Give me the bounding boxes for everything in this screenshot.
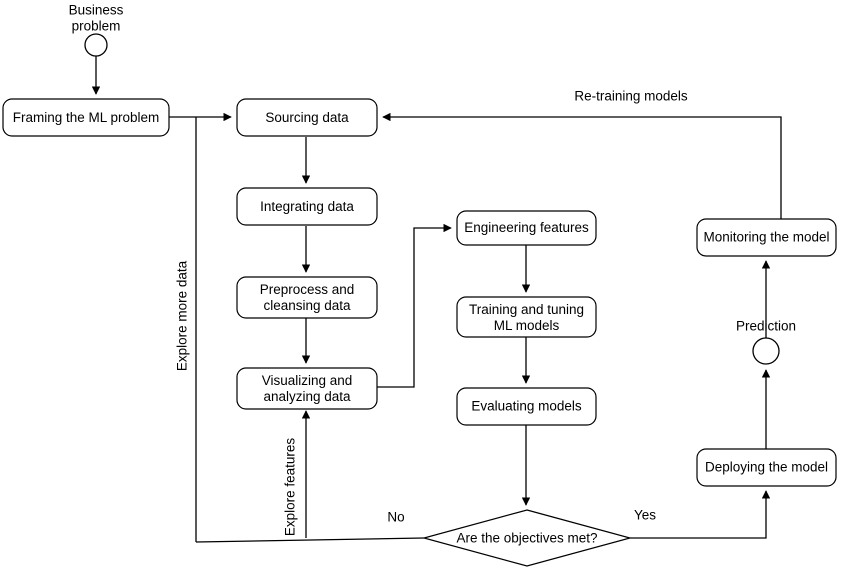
training-label-line2: ML models [494,318,560,333]
node-business-problem[interactable]: Business problem [69,3,124,57]
node-engineering-features[interactable]: Engineering features [456,210,597,246]
node-preprocess-and-cleansing-data[interactable]: Preprocess and cleansing data [236,276,378,319]
edge-label-explore-features: Explore features [283,438,298,537]
business-problem-label-line1: Business [69,3,124,18]
edge-visualizing-to-engineering [377,223,452,388]
edge-label-explore-more-data: Explore more data [175,260,190,371]
prediction-circle [752,337,780,365]
business-problem-circle [84,33,108,57]
training-label-line1: Training and tuning [469,302,584,317]
node-sourcing-data[interactable]: Sourcing data [236,98,378,137]
node-integrating-data[interactable]: Integrating data [236,187,378,226]
node-training-and-tuning-ml-models[interactable]: Training and tuning ML models [456,296,597,338]
objectives-label: Are the objectives met? [456,531,597,546]
integrating-label: Integrating data [260,199,354,214]
edge-explore-more-data-base [195,537,425,543]
ml-workflow-flowchart: Business problem Framing the ML problem … [2,3,837,567]
node-evaluating-models[interactable]: Evaluating models [456,387,597,426]
prediction-label: Prediction [736,319,796,334]
node-visualizing-and-analyzing-data[interactable]: Visualizing and analyzing data [236,367,378,410]
node-prediction[interactable]: Prediction [736,319,796,365]
edge-label-yes: Yes [634,508,656,523]
node-monitoring-the-model[interactable]: Monitoring the model [696,218,837,257]
edge-label-no: No [387,510,404,525]
node-framing-the-ml-problem[interactable]: Framing the ML problem [2,98,170,137]
evaluating-label: Evaluating models [471,399,582,414]
framing-label: Framing the ML problem [13,110,160,125]
engineering-label: Engineering features [464,220,589,235]
edge-monitoring-to-sourcing-retraining [382,112,782,219]
visualizing-label-line1: Visualizing and [262,373,353,388]
deploying-label: Deploying the model [705,460,828,475]
visualizing-label-line2: analyzing data [263,389,351,404]
preprocess-label-line2: cleansing data [263,298,351,313]
edge-label-retraining-models: Re-training models [574,89,688,104]
node-deploying-the-model[interactable]: Deploying the model [696,448,837,487]
business-problem-label-line2: problem [72,19,121,34]
node-objectives-decision[interactable]: Are the objectives met? [421,509,633,567]
monitoring-label: Monitoring the model [703,230,829,245]
sourcing-label: Sourcing data [265,110,349,125]
preprocess-label-line1: Preprocess and [260,282,355,297]
